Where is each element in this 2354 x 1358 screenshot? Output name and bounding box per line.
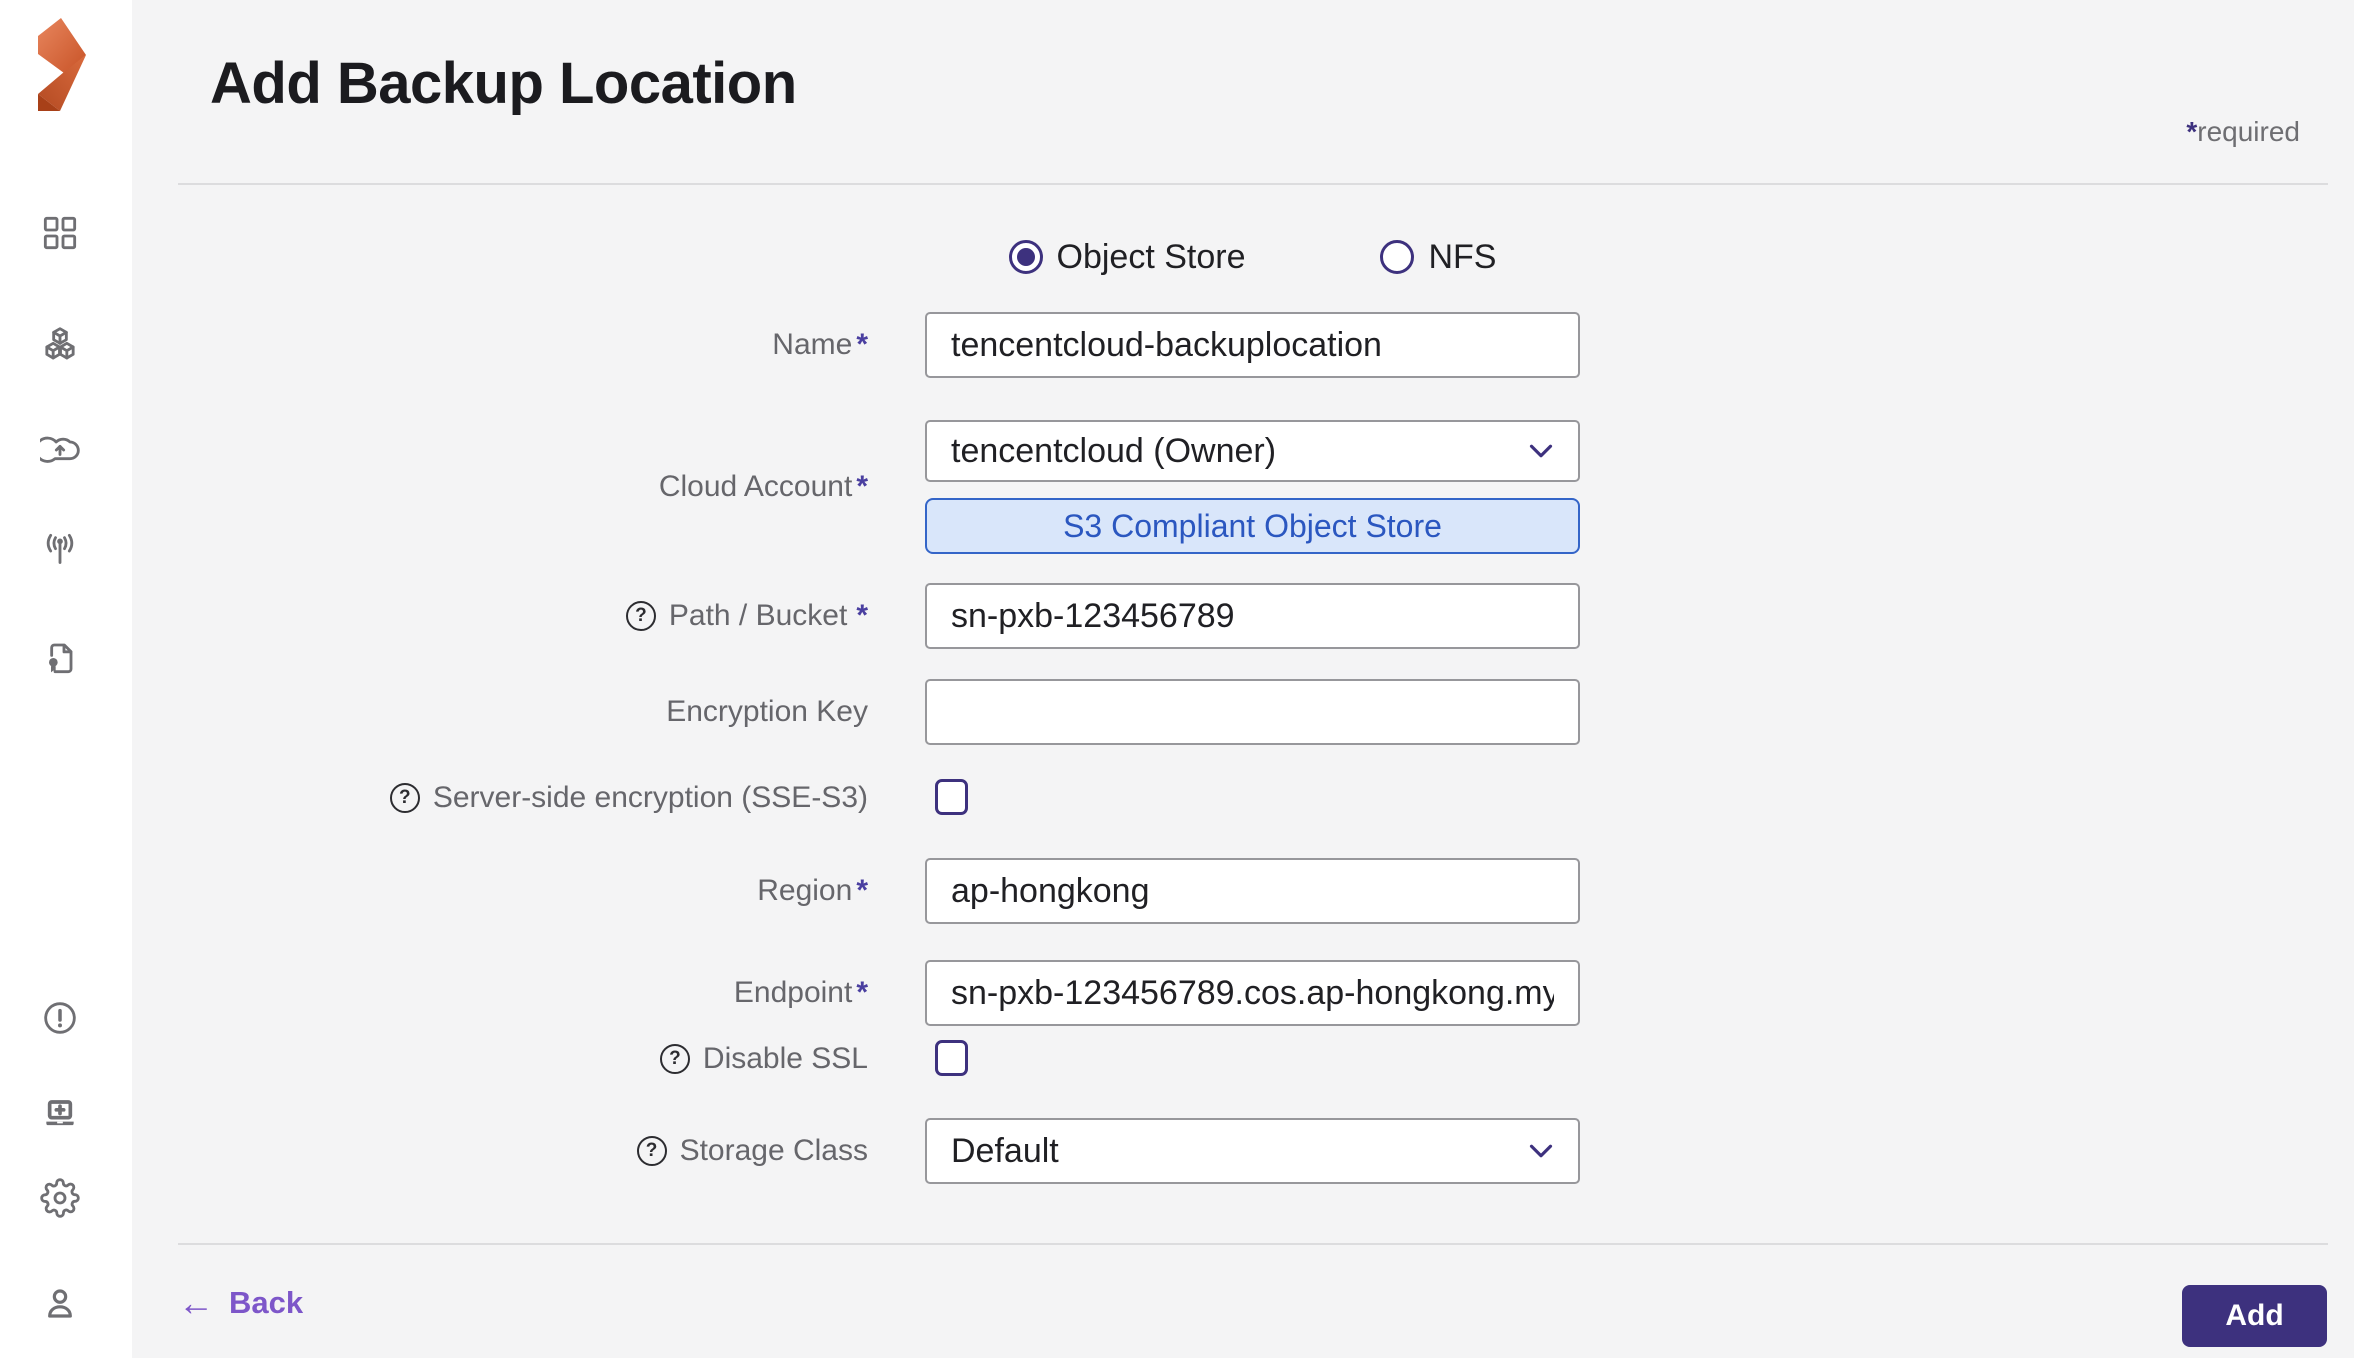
radio-nfs-label: NFS [1428,237,1497,276]
required-hint: *required [2186,116,2300,148]
sse-checkbox[interactable] [935,779,968,815]
help-icon[interactable]: ? [625,601,656,631]
back-button[interactable]: ← Back [178,1280,303,1326]
region-row: Region * [132,858,1580,924]
clusters-icon[interactable] [40,325,80,365]
radio-object-store-circle [1008,240,1043,274]
disable-ssl-row: ? Disable SSL [132,1040,1580,1078]
chevron-down-icon [1522,432,1560,470]
required-asterisk: * [2186,116,2198,147]
disable-ssl-checkbox[interactable] [935,1040,968,1076]
backup-upload-icon[interactable] [34,427,80,467]
back-arrow-icon: ← [178,1282,214,1323]
sidebar [0,0,132,1358]
s3-compliant-chip[interactable]: S3 Compliant Object Store [925,498,1580,554]
cloud-account-select[interactable]: tencentcloud (Owner) [925,420,1580,482]
radio-object-store[interactable]: Object Store [1008,237,1246,277]
region-label: Region * [757,874,868,907]
profile-icon[interactable] [40,1283,80,1323]
help-icon[interactable]: ? [659,1044,690,1074]
path-bucket-label: ? Path / Bucket * [625,583,868,649]
help-icon[interactable]: ? [636,1136,667,1166]
radio-nfs-circle [1380,240,1415,274]
radio-object-store-label: Object Store [1056,237,1246,276]
storage-class-label: ? Storage Class [636,1118,868,1184]
encryption-key-label: Encryption Key [666,695,868,728]
encryption-key-input[interactable] [925,679,1580,745]
radio-nfs[interactable]: NFS [1380,238,1496,277]
dashboard-icon[interactable] [40,213,80,253]
settings-icon[interactable] [40,1178,80,1218]
header-divider [178,183,2328,185]
storage-class-select[interactable]: Default [925,1118,1580,1184]
required-text: required [2197,116,2300,147]
name-row: Name * [132,312,1580,378]
session-icon[interactable] [40,1094,80,1134]
endpoint-label: Endpoint * [733,976,868,1009]
percona-everest-logo [38,18,86,111]
page-title: Add Backup Location [210,51,797,116]
location-type-radio-group: Object Store NFS [925,222,1580,292]
add-button[interactable]: Add [2182,1285,2327,1347]
path-bucket-input[interactable] [925,583,1580,649]
name-label: Name * [772,328,868,361]
main-content: Add Backup Location *required Object Sto… [132,0,2354,1358]
endpoint-input[interactable] [925,960,1580,1026]
storage-class-row: ? Storage Class Default [132,1118,1580,1184]
storage-class-value: Default [951,1131,1059,1170]
footer-divider [178,1243,2328,1245]
certificate-icon[interactable] [40,638,80,678]
disable-ssl-label: ? Disable SSL [659,1040,868,1078]
sse-row: ? Server-side encryption (SSE-S3) [132,779,1580,817]
path-bucket-row: ? Path / Bucket * [132,583,1580,649]
endpoint-row: Endpoint * [132,960,1580,1026]
region-input[interactable] [925,858,1580,924]
cloud-account-label: Cloud Account * [658,470,868,503]
name-input[interactable] [925,312,1580,378]
sse-label: ? Server-side encryption (SSE-S3) [389,779,868,817]
cloud-account-value: tencentcloud (Owner) [951,431,1277,470]
chevron-down-icon [1522,1132,1560,1170]
monitoring-icon[interactable] [40,530,80,570]
alerts-icon[interactable] [40,998,80,1038]
back-label: Back [229,1285,304,1320]
help-icon[interactable]: ? [389,783,420,813]
cloud-account-row: Cloud Account * tencentcloud (Owner) S3 C… [132,420,1580,554]
encryption-key-row: Encryption Key [132,679,1580,745]
